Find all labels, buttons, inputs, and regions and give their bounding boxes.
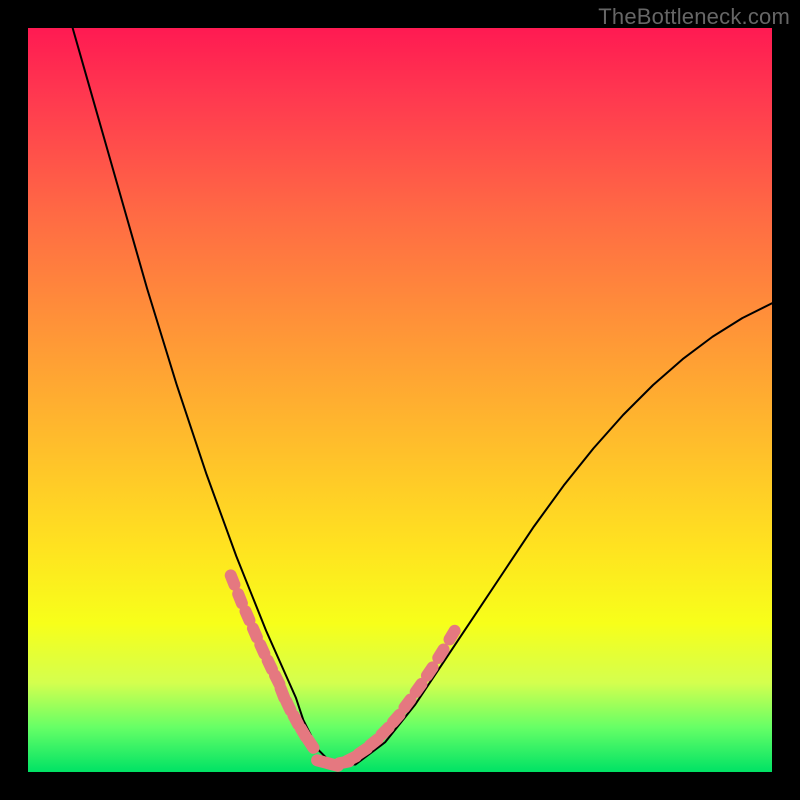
plot-area [28,28,772,772]
watermark-label: TheBottleneck.com [598,4,790,30]
marker-layer [223,568,463,772]
curve-layer [73,28,772,765]
chart-frame: TheBottleneck.com [0,0,800,800]
plot-svg [28,28,772,772]
curve [73,28,772,765]
